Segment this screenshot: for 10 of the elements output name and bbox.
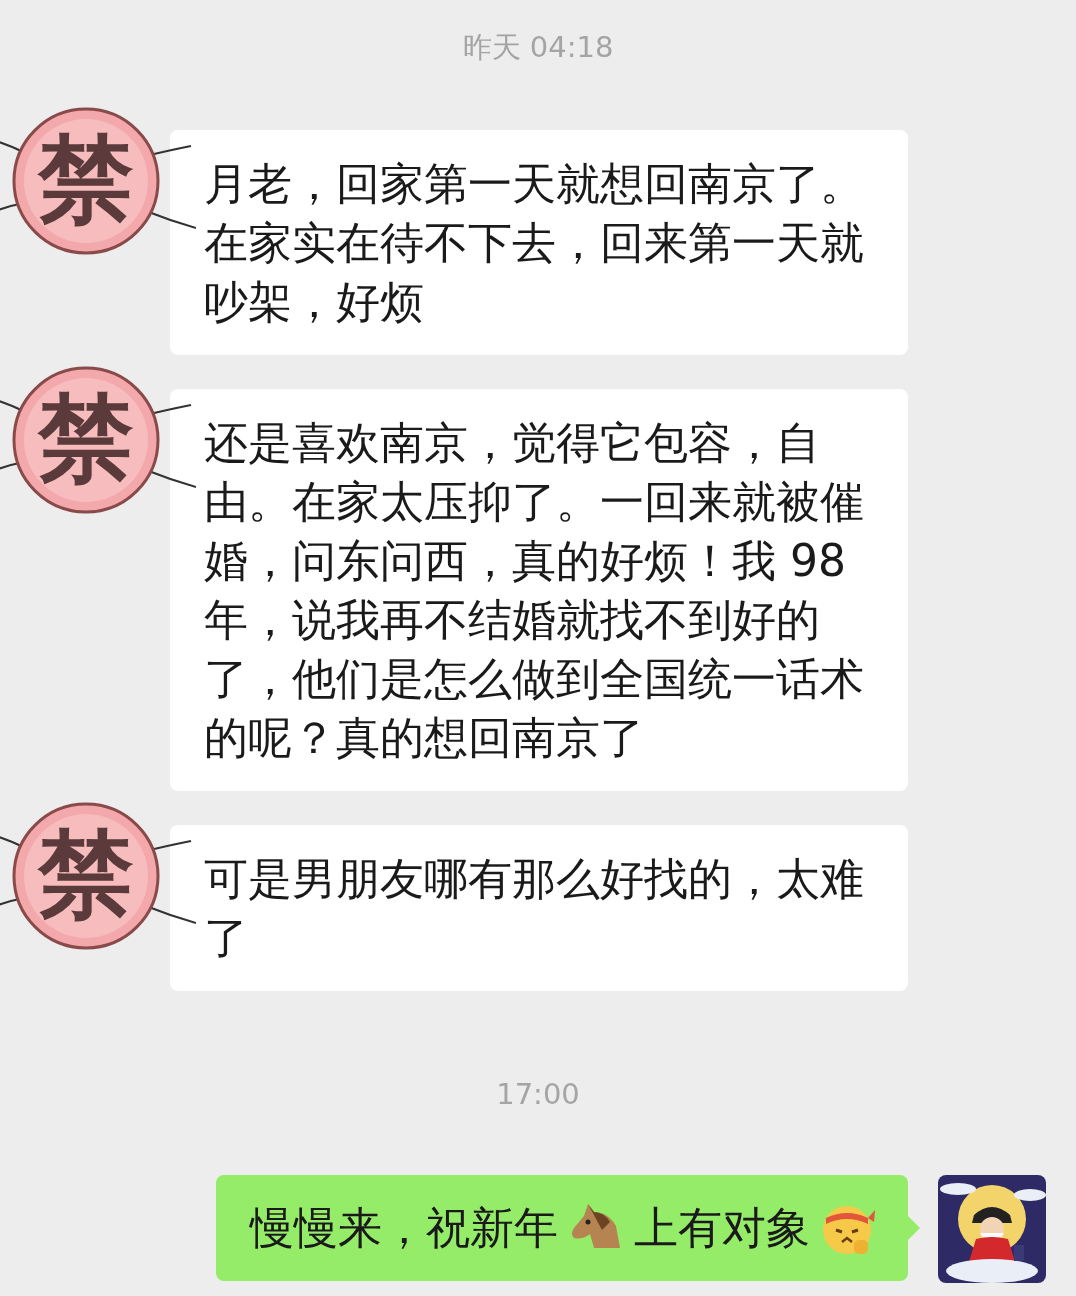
bubble-tail [908, 1216, 920, 1240]
message-bubble[interactable]: 月老，回家第一天就想回南京了。在家实在待不下去，回来第一天就吵架，好烦 [170, 130, 908, 355]
message-bubble[interactable]: 还是喜欢南京，觉得它包容，自由。在家太压抑了。一回来就被催婚，问东问西，真的好烦！我 98 年，说我再不结婚就找不到好的了，他们是怎么做到全国统一话术的呢？真的想回南京了 [170, 389, 908, 791]
avatar-text: 禁 [38, 387, 134, 491]
timestamp: 17:00 [496, 1076, 580, 1113]
avatar-text: 禁 [38, 823, 134, 927]
avatar-text: 禁 [38, 128, 134, 232]
message-bubble[interactable]: 可是男朋友哪有那么好找的，太难了 [170, 825, 908, 991]
message-bubble[interactable]: 慢慢来，祝新年 上有对象 [216, 1175, 908, 1281]
timestamp: 昨天 04:18 [462, 29, 614, 66]
